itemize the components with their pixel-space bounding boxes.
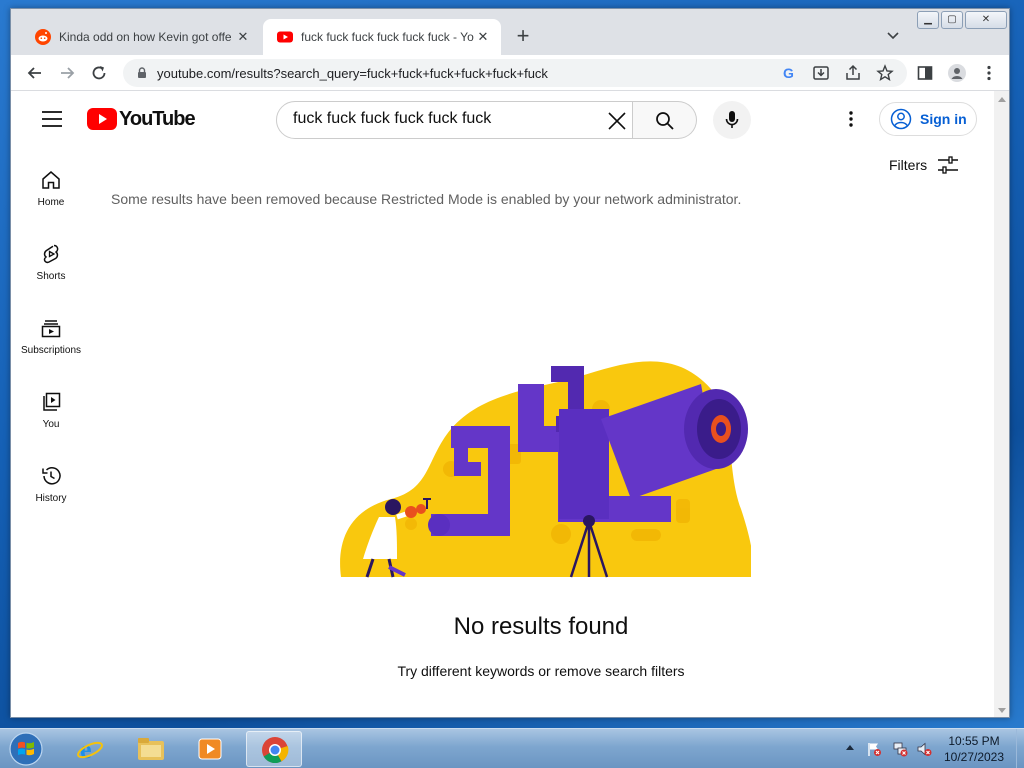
no-results-hint: Try different keywords or remove search … [397,663,685,679]
tab-title: Kinda odd on how Kevin got offe [59,30,232,44]
tab-reddit[interactable]: Kinda odd on how Kevin got offe ✕ [21,19,261,55]
youtube-wordmark: YouTube [119,108,196,130]
folder-icon [138,738,164,760]
tab-strip: Kinda odd on how Kevin got offe ✕ fuck f… [11,9,1009,55]
window-minimize-button[interactable]: ▁ [917,11,939,29]
guide-label: Subscriptions [20,345,82,356]
youtube-logo[interactable]: YouTube [87,107,196,131]
filters-label: Filters [889,157,928,173]
tab-youtube[interactable]: fuck fuck fuck fuck fuck fuck - Yo ✕ [263,19,501,55]
browser-window: Kinda odd on how Kevin got offe ✕ fuck f… [10,8,1010,718]
tab-close-icon[interactable]: ✕ [475,29,491,45]
profile-avatar-icon[interactable] [947,63,967,83]
search-icon [656,112,674,130]
show-desktop-button[interactable] [1016,729,1024,768]
search-input[interactable] [293,110,593,128]
reddit-icon [35,29,51,45]
guide-item-history[interactable]: History [11,465,91,525]
chrome-icon [262,737,289,764]
search-button[interactable] [633,101,697,139]
page-scrollbar[interactable] [994,91,1009,717]
forward-arrow-icon[interactable] [57,63,77,83]
scroll-down-arrow-icon[interactable] [998,708,1006,713]
voice-search-button[interactable] [713,101,751,139]
history-icon [42,467,61,485]
account-circle-icon [890,108,912,130]
volume-muted-icon[interactable] [916,741,932,757]
youtube-page: YouTube Sign in Home Shorts Subscripti [11,91,994,717]
guide-label: You [42,419,60,430]
taskbar-media-player[interactable] [182,731,238,767]
taskbar-internet-explorer[interactable]: e [62,731,118,767]
start-button[interactable] [6,731,46,767]
scroll-up-arrow-icon[interactable] [998,97,1006,102]
window-close-button[interactable]: ✕ [965,11,1007,29]
sign-in-label: Sign in [920,111,967,127]
guide-item-you[interactable]: You [11,391,91,451]
guide-label: Home [37,197,65,208]
more-options-icon[interactable] [841,109,861,129]
taskbar-clock[interactable]: 10:55 PM 10/27/2023 [934,733,1014,765]
share-icon[interactable] [843,63,863,83]
subscriptions-icon [41,320,61,338]
taskbar-chrome[interactable] [246,731,302,767]
network-icon[interactable] [892,741,908,757]
guide-item-subscriptions[interactable]: Subscriptions [11,317,91,377]
back-arrow-icon[interactable] [25,63,45,83]
windows-taskbar: e 10:55 PM 10/27/2023 [0,728,1024,768]
chevron-down-icon[interactable] [885,27,901,43]
browser-menu-icon[interactable] [979,63,999,83]
show-hidden-icons-arrow[interactable] [846,745,854,750]
media-player-icon [198,738,222,760]
youtube-icon [277,31,293,43]
no-results-title: No results found [453,613,629,640]
reload-icon[interactable] [89,63,109,83]
guide-label: Shorts [36,271,66,282]
side-panel-icon[interactable] [915,63,935,83]
svg-text:G: G [783,65,794,81]
guide-label: History [35,493,67,504]
search-box [276,101,633,139]
microphone-icon [725,111,739,128]
filter-sliders-icon [938,156,959,174]
guide-item-home[interactable]: Home [11,169,91,229]
new-tab-button[interactable]: + [511,25,535,49]
guide-item-shorts[interactable]: Shorts [11,243,91,303]
browser-toolbar: youtube.com/results?search_query=fuck+fu… [11,55,1009,91]
youtube-play-logo-icon [87,108,117,130]
clear-search-icon[interactable] [607,111,627,131]
sign-in-button[interactable]: Sign in [879,102,977,136]
install-app-icon[interactable] [811,63,831,83]
internet-explorer-icon: e [77,735,103,763]
taskbar-file-explorer[interactable] [122,731,178,767]
bookmark-star-icon[interactable] [875,63,895,83]
hamburger-menu-icon[interactable] [41,109,63,129]
shorts-icon [43,244,59,264]
window-maximize-button[interactable]: ▢ [941,11,963,29]
url-text: youtube.com/results?search_query=fuck+fu… [157,66,548,81]
clock-time: 10:55 PM [948,734,1000,748]
clock-date: 10/27/2023 [943,750,1005,764]
home-icon [42,171,60,189]
filters-button[interactable]: Filters [889,153,959,177]
google-lens-icon[interactable]: G [779,63,799,83]
action-center-flag-icon[interactable] [866,741,882,757]
lock-icon [138,67,146,78]
no-results-illustration [340,361,751,578]
tab-close-icon[interactable]: ✕ [235,29,251,45]
restricted-mode-notice: Some results have been removed because R… [111,191,742,207]
you-icon [43,392,61,411]
tab-title: fuck fuck fuck fuck fuck fuck - Yo [301,30,474,44]
